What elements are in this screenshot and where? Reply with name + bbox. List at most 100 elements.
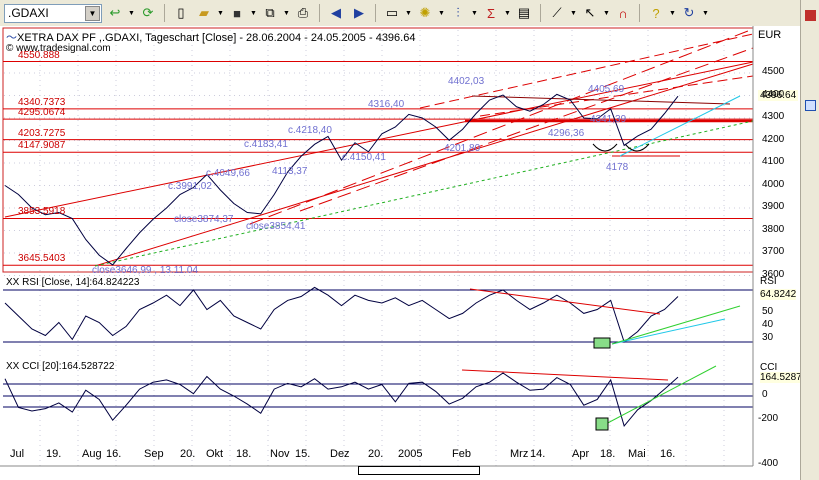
- level-label: 3853.5918: [18, 206, 66, 218]
- price-annotation: c.3991,02: [168, 181, 212, 192]
- price-annotation: c.4150,41: [342, 152, 386, 163]
- price-tick: 3900: [762, 201, 785, 212]
- x-axis-label: 18.: [236, 448, 252, 460]
- rsi-tick: 40: [762, 319, 774, 330]
- price-annotation: 4341,39: [590, 114, 627, 125]
- x-axis-label: Aug: [82, 448, 102, 460]
- dropdown-arrow-icon[interactable]: ▼: [504, 10, 511, 17]
- level-label: 4203.7275: [18, 127, 66, 139]
- rsi-axis-label: RSI: [760, 276, 777, 287]
- refresh-arrow-icon[interactable]: ↩: [105, 3, 125, 23]
- x-axis-label: 19.: [46, 448, 62, 460]
- rsi-green-line: [611, 305, 741, 345]
- rsi-low-marker: [593, 337, 611, 349]
- price-annotation: 4201,80: [444, 143, 481, 154]
- panel-icon[interactable]: [805, 100, 816, 111]
- price-tick: 4200: [762, 133, 785, 145]
- level-label: 3645.5403: [18, 253, 66, 265]
- cursor-icon[interactable]: ↖: [580, 3, 600, 23]
- horizontal-levels: [3, 61, 753, 266]
- rsi-resistance-line: [469, 288, 661, 315]
- price-annotation: 4296,36: [548, 128, 585, 139]
- x-axis-label: Apr: [572, 448, 590, 460]
- cci-tick-clip: -400: [758, 458, 798, 466]
- double-bottom-arcs: [592, 143, 650, 152]
- rsi-cyan-line: [611, 318, 726, 345]
- price-tick: 4300: [762, 111, 785, 122]
- close-icon[interactable]: [805, 10, 816, 21]
- price-annotation: 4316,40: [368, 99, 405, 110]
- window-icon[interactable]: ▭: [382, 3, 402, 23]
- cci-resistance-line: [461, 369, 669, 381]
- new-document-icon[interactable]: ▯: [171, 3, 191, 23]
- magnet-icon[interactable]: ∩: [613, 3, 633, 23]
- print-icon[interactable]: ⎙: [293, 3, 313, 23]
- sync-icon[interactable]: ⟳: [138, 3, 158, 23]
- chart-area[interactable]: 〜XETRA DAX PF ,.GDAXI, Tageschart [Close…: [0, 26, 802, 480]
- x-axis-label: Dez: [330, 448, 350, 460]
- dropdown-arrow-icon[interactable]: ▼: [128, 10, 135, 17]
- dropdown-arrow-icon[interactable]: ▼: [471, 10, 478, 17]
- x-axis-label: Jul: [10, 448, 25, 460]
- x-axis-label: Sep: [144, 448, 164, 460]
- x-axis-label: 16.: [106, 448, 122, 460]
- help-icon[interactable]: ?: [646, 3, 666, 23]
- rsi-title: XX RSI [Close, 14]:64.824223: [6, 277, 140, 288]
- dropdown-arrow-icon[interactable]: ▼: [603, 10, 610, 17]
- price-tick: 3800: [762, 223, 785, 235]
- time-scrollbar[interactable]: [358, 466, 480, 475]
- x-axis-label: 15.: [295, 448, 311, 460]
- cci-title: XX CCI [20]:164.528722: [6, 361, 115, 372]
- scroll-left-icon[interactable]: ◀: [326, 3, 346, 23]
- save-icon[interactable]: ■: [227, 3, 247, 23]
- x-axis-label: 20.: [368, 448, 384, 460]
- rsi-tick: 50: [762, 306, 774, 317]
- indicator-icon[interactable]: ✺: [415, 3, 435, 23]
- cci-line: [4, 372, 679, 427]
- x-axis-label: Mrz: [510, 448, 529, 460]
- price-annotation: 4405,69: [588, 84, 625, 95]
- open-folder-icon[interactable]: ▰: [194, 3, 214, 23]
- chart-type-icon[interactable]: ⫶: [448, 3, 468, 23]
- separator: [164, 4, 165, 22]
- dropdown-arrow-icon[interactable]: ▼: [570, 10, 577, 17]
- dropdown-arrow-icon[interactable]: ▼: [217, 10, 224, 17]
- cci-tick: 0: [762, 389, 768, 400]
- side-panel: [800, 0, 819, 480]
- toolbar: .GDAXI ▼ ↩ ▼ ⟳ ▯ ▰ ▼ ■ ▼ ⧉ ▼ ⎙ ◀ ▶ ▭ ▼ ✺ ▼ ⫶ ▼ Σ…: [0, 0, 800, 26]
- draw-line-icon[interactable]: ⟋: [547, 3, 567, 23]
- cci-tick: -400: [758, 458, 779, 466]
- cyan-trend-line: [619, 95, 741, 157]
- undo-icon[interactable]: ↻: [679, 3, 699, 23]
- x-axis-label: 14.: [530, 448, 546, 460]
- x-axis-label: 18.: [600, 448, 616, 460]
- sigma-icon[interactable]: Σ: [481, 3, 501, 23]
- price-tick: 4100: [762, 156, 785, 167]
- copy-icon[interactable]: ⧉: [260, 3, 280, 23]
- separator: [319, 4, 320, 22]
- dropdown-arrow-icon[interactable]: ▼: [702, 10, 709, 17]
- scroll-right-icon[interactable]: ▶: [349, 3, 369, 23]
- chevron-down-icon[interactable]: ▼: [85, 5, 100, 21]
- dropdown-arrow-icon[interactable]: ▼: [250, 10, 257, 17]
- level-label: 4550.888: [18, 49, 60, 61]
- price-annotation: c.4218,40: [288, 125, 332, 136]
- price-annotation: c.4183,41: [244, 139, 288, 150]
- dropdown-arrow-icon[interactable]: ▼: [283, 10, 290, 17]
- dropdown-arrow-icon[interactable]: ▼: [669, 10, 676, 17]
- separator: [375, 4, 376, 22]
- dropdown-arrow-icon[interactable]: ▼: [438, 10, 445, 17]
- properties-icon[interactable]: ▤: [514, 3, 534, 23]
- cci-value-badge: 164.5287: [760, 372, 802, 383]
- separator: [639, 4, 640, 22]
- symbol-combobox[interactable]: .GDAXI ▼: [4, 3, 102, 23]
- dropdown-arrow-icon[interactable]: ▼: [405, 10, 412, 17]
- x-axis-label: 20.: [180, 448, 196, 460]
- level-label: 4147.9087: [18, 140, 66, 152]
- rsi-line: [4, 286, 679, 343]
- price-annotation: close3874,37: [174, 214, 234, 225]
- price-tick: 4400: [762, 88, 785, 100]
- x-axis-label: Feb: [452, 448, 471, 460]
- x-axis-label: 16.: [660, 448, 676, 460]
- x-axis-label: 2005: [398, 448, 423, 460]
